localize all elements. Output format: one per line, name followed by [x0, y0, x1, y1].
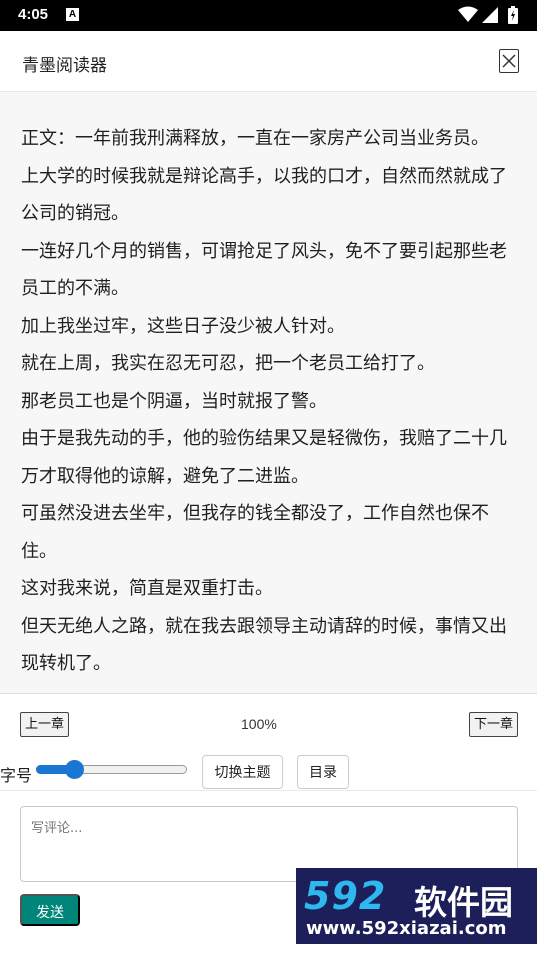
paragraph: 一连好几个月的销售，可谓抢足了风头，免不了要引起那些老员工的不满。 — [21, 240, 507, 300]
divider — [0, 790, 537, 791]
paragraph: 这对我来说，简直是双重打击。 — [21, 578, 273, 599]
paragraph: 由于是我先动的手，他的验伤结果又是轻微伤，我赔了二十几万才取得他的谅解，避免了二… — [21, 428, 507, 487]
font-size-label: 字号 — [0, 766, 33, 785]
paragraph: 加上我坐过牢，这些日子没少被人针对。 — [21, 315, 345, 337]
watermark-url: www.592xiazai.com — [306, 918, 507, 939]
paragraph: 可虽然没进去坐牢，但我存的钱全都没了，工作自然也保不住。 — [21, 503, 489, 562]
font-size-slider[interactable] — [36, 760, 187, 779]
send-button[interactable]: 发送 — [20, 894, 80, 926]
close-button[interactable] — [499, 49, 519, 73]
status-bar: 4:05 A — [0, 0, 537, 31]
chapter-content[interactable]: 正文：一年前我刑满释放，一直在一家房产公司当业务员。 上大学的时候我就是辩论高手… — [0, 92, 537, 694]
paragraph: 上大学的时候我就是辩论高手，以我的口才，自然而然就成了公司的销冠。 — [21, 165, 507, 225]
wifi-icon — [458, 6, 478, 27]
paragraph: 但天无绝人之路，就在我去跟领导主动请辞的时候，事情又出现转机了。 — [21, 615, 507, 675]
watermark-logo: 592 软件园 www.592xiazai.com — [296, 868, 537, 944]
app-header: 青墨阅读器 — [0, 31, 537, 92]
switch-theme-button[interactable]: 切换主题 — [202, 755, 283, 789]
slider-thumb[interactable] — [65, 760, 84, 779]
watermark-brand-text: 软件园 — [414, 883, 513, 922]
close-icon — [502, 54, 516, 68]
paragraph: 就在上周，我实在忍无可忍，把一个老员工给打了。 — [21, 353, 435, 374]
chapter-text: 正文：一年前我刑满释放，一直在一家房产公司当业务员。 上大学的时候我就是辩论高手… — [21, 120, 513, 683]
toc-button[interactable]: 目录 — [297, 755, 349, 789]
app-title: 青墨阅读器 — [22, 56, 107, 76]
status-time: 4:05 — [18, 6, 49, 23]
signal-icon — [482, 7, 498, 27]
next-chapter-button[interactable]: 下一章 — [469, 712, 518, 737]
battery-icon — [508, 6, 518, 28]
paragraph: 那老员工也是个阴逼，当时就报了警。 — [21, 390, 327, 412]
reading-progress: 100% — [241, 716, 277, 732]
notification-icon: A — [66, 8, 79, 21]
paragraph: 正文：一年前我刑满释放，一直在一家房产公司当业务员。 — [21, 128, 489, 149]
watermark-brand-number: 592 — [304, 874, 387, 918]
prev-chapter-button[interactable]: 上一章 — [20, 712, 69, 737]
